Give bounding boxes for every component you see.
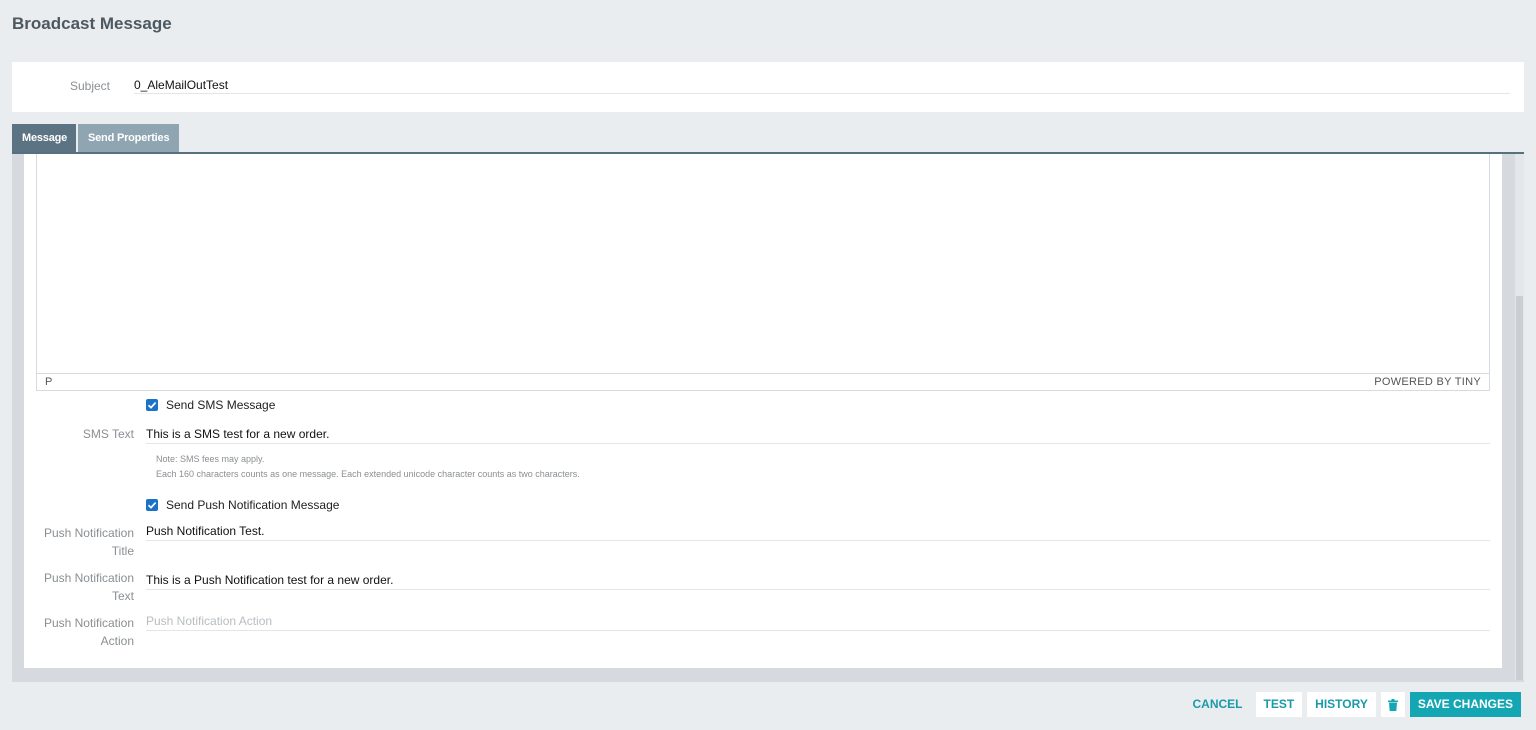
push-text-label: Push Notification Text — [24, 569, 134, 605]
sms-note-line-1: Note: SMS fees may apply. — [156, 454, 265, 464]
sms-note: Note: SMS fees may apply. Each 160 chara… — [156, 452, 580, 482]
push-title-input[interactable] — [146, 522, 1490, 541]
editor-content-area[interactable] — [37, 154, 1489, 373]
message-form: P POWERED BY TINY Send SMS Message SMS T… — [24, 154, 1502, 668]
tab-message[interactable]: Message — [12, 124, 76, 152]
push-text-label-line-1: Push Notification — [43, 571, 134, 585]
cancel-button[interactable]: CANCEL — [1185, 692, 1251, 717]
checkmark-icon — [147, 402, 157, 409]
delete-button[interactable] — [1380, 692, 1405, 717]
send-push-checkbox[interactable] — [146, 499, 158, 511]
test-button[interactable]: TEST — [1255, 692, 1303, 717]
editor-statusbar: P POWERED BY TINY — [37, 373, 1489, 390]
send-push-row: Send Push Notification Message — [146, 498, 339, 512]
editor-branding-link[interactable]: POWERED BY TINY — [1374, 374, 1481, 390]
subject-card: Subject — [12, 62, 1524, 112]
message-tab-panel: P POWERED BY TINY Send SMS Message SMS T… — [12, 152, 1524, 682]
push-title-label-line-1: Push Notification — [43, 526, 134, 540]
send-sms-row: Send SMS Message — [146, 398, 275, 412]
page-title: Broadcast Message — [12, 14, 172, 33]
checkmark-icon — [147, 502, 157, 509]
send-sms-checkbox[interactable] — [146, 399, 158, 411]
editor-element-path[interactable]: P — [45, 374, 52, 390]
push-action-label-line-2: Action — [100, 634, 134, 648]
rich-text-editor: P POWERED BY TINY — [36, 154, 1490, 391]
sms-text-label: SMS Text — [82, 427, 134, 441]
push-action-label-line-1: Push Notification — [43, 616, 134, 630]
panel-scrollbar[interactable] — [1515, 154, 1524, 680]
send-push-label: Send Push Notification Message — [166, 498, 340, 512]
action-bar: CANCEL TEST HISTORY SAVE CHANGES — [1180, 692, 1521, 717]
push-title-label-line-2: Title — [111, 544, 134, 558]
panel-scrollbar-thumb[interactable] — [1516, 296, 1523, 680]
save-changes-button[interactable]: SAVE CHANGES — [1409, 692, 1521, 717]
tab-bar: Message Send Properties — [12, 124, 181, 153]
subject-label: Subject — [69, 79, 110, 93]
trash-icon — [1387, 698, 1398, 711]
tab-send-properties[interactable]: Send Properties — [78, 124, 180, 152]
push-text-label-line-2: Text — [111, 589, 134, 603]
history-button[interactable]: HISTORY — [1307, 692, 1376, 717]
push-action-input[interactable] — [146, 612, 1490, 631]
subject-input[interactable] — [134, 76, 1510, 94]
send-sms-label: Send SMS Message — [166, 398, 276, 412]
sms-note-line-2: Each 160 characters counts as one messag… — [156, 469, 580, 479]
sms-text-input[interactable] — [146, 425, 1490, 444]
push-action-label: Push Notification Action — [24, 614, 134, 650]
push-text-input[interactable] — [146, 571, 1490, 590]
push-title-label: Push Notification Title — [24, 524, 134, 560]
